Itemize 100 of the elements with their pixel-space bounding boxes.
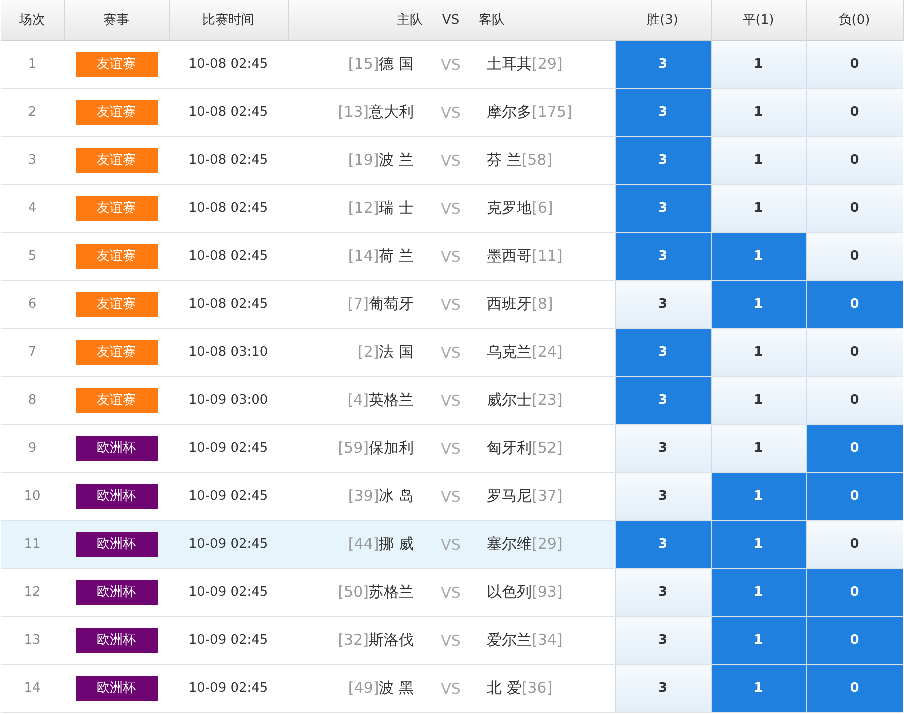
match-time: 10-08 03:10: [169, 328, 288, 376]
vs-label: VS: [431, 184, 471, 232]
team-rank: [4]: [348, 391, 369, 409]
odds-option[interactable]: 3: [615, 520, 711, 568]
vs-label: VS: [431, 568, 471, 616]
team-rank: [12]: [348, 199, 380, 217]
odds-option[interactable]: 1: [711, 232, 806, 280]
column-header: 比赛时间: [169, 0, 288, 40]
odds-option[interactable]: 3: [615, 472, 711, 520]
league-tag: 欧洲杯: [76, 580, 158, 605]
home-team: 英格兰: [369, 391, 414, 409]
team-rank: [59]: [338, 439, 369, 457]
vs-label: VS: [431, 328, 471, 376]
match-time: 10-08 02:45: [169, 280, 288, 328]
odds-option[interactable]: 1: [711, 616, 806, 664]
odds-option[interactable]: 1: [711, 280, 806, 328]
odds-option[interactable]: 3: [615, 424, 711, 472]
away-team: 西班牙: [487, 295, 532, 313]
odds-option[interactable]: 0: [806, 616, 903, 664]
odds-option[interactable]: 0: [806, 328, 903, 376]
league-tag: 欧洲杯: [76, 676, 158, 701]
odds-option[interactable]: 0: [806, 424, 903, 472]
away-team: 匈牙利: [487, 439, 532, 457]
match-time: 10-09 02:45: [169, 664, 288, 712]
team-rank: [49]: [348, 679, 380, 697]
league-tag: 友谊赛: [76, 244, 158, 269]
odds-option[interactable]: 0: [806, 184, 903, 232]
vs-label: VS: [431, 232, 471, 280]
odds-option[interactable]: 0: [806, 280, 903, 328]
home-team: 挪 威: [379, 535, 414, 553]
odds-option[interactable]: 1: [711, 376, 806, 424]
away-team: 以色列: [487, 583, 532, 601]
odds-option[interactable]: 3: [615, 40, 711, 88]
away-team: 爱尔兰: [487, 631, 532, 649]
odds-option[interactable]: 1: [711, 184, 806, 232]
column-header: 胜(3): [615, 0, 711, 40]
odds-option[interactable]: 3: [615, 568, 711, 616]
away-team: 威尔士: [487, 391, 532, 409]
odds-option[interactable]: 3: [615, 376, 711, 424]
match-number: 7: [1, 328, 64, 376]
team-rank: [7]: [348, 295, 369, 313]
league-tag: 友谊赛: [76, 52, 158, 77]
away-team: 罗马尼: [487, 487, 532, 505]
away-team: 北 爱: [487, 679, 522, 697]
odds-option[interactable]: 1: [711, 664, 806, 712]
team-rank: [11]: [532, 247, 563, 265]
team-rank: [8]: [532, 295, 554, 313]
team-rank: [37]: [532, 487, 563, 505]
odds-option[interactable]: 0: [806, 40, 903, 88]
odds-option[interactable]: 1: [711, 328, 806, 376]
odds-option[interactable]: 0: [806, 136, 903, 184]
odds-option[interactable]: 3: [615, 184, 711, 232]
away-team: 芬 兰: [487, 151, 522, 169]
odds-option[interactable]: 1: [711, 88, 806, 136]
odds-option[interactable]: 0: [806, 88, 903, 136]
odds-option[interactable]: 3: [615, 232, 711, 280]
odds-option[interactable]: 3: [615, 136, 711, 184]
odds-option[interactable]: 3: [615, 616, 711, 664]
odds-option[interactable]: 1: [711, 40, 806, 88]
odds-option[interactable]: 0: [806, 568, 903, 616]
odds-option[interactable]: 0: [806, 472, 903, 520]
column-header: 客队: [471, 0, 615, 40]
home-team: 法 国: [379, 343, 414, 361]
odds-option[interactable]: 0: [806, 664, 903, 712]
match-number: 4: [1, 184, 64, 232]
match-time: 10-09 03:00: [169, 376, 288, 424]
away-team: 塞尔维: [487, 535, 532, 553]
vs-label: VS: [431, 520, 471, 568]
league-tag: 欧洲杯: [76, 484, 158, 509]
odds-option[interactable]: 1: [711, 136, 806, 184]
odds-option[interactable]: 0: [806, 520, 903, 568]
home-team: 冰 岛: [379, 487, 414, 505]
team-rank: [34]: [532, 631, 563, 649]
league-tag: 友谊赛: [76, 388, 158, 413]
team-rank: [15]: [348, 55, 380, 73]
odds-option[interactable]: 1: [711, 520, 806, 568]
match-time: 10-09 02:45: [169, 520, 288, 568]
match-number: 9: [1, 424, 64, 472]
match-time: 10-09 02:45: [169, 568, 288, 616]
odds-option[interactable]: 1: [711, 472, 806, 520]
odds-option[interactable]: 0: [806, 232, 903, 280]
odds-option[interactable]: 3: [615, 88, 711, 136]
match-number: 1: [1, 40, 64, 88]
team-rank: [23]: [532, 391, 563, 409]
league-tag: 欧洲杯: [76, 436, 158, 461]
odds-option[interactable]: 1: [711, 424, 806, 472]
home-team: 瑞 士: [379, 199, 414, 217]
odds-option[interactable]: 0: [806, 376, 903, 424]
vs-label: VS: [431, 616, 471, 664]
team-rank: [6]: [532, 199, 554, 217]
odds-option[interactable]: 3: [615, 664, 711, 712]
odds-option[interactable]: 3: [615, 280, 711, 328]
match-time: 10-09 02:45: [169, 616, 288, 664]
home-team: 德 国: [379, 55, 414, 73]
vs-label: VS: [431, 40, 471, 88]
match-number: 6: [1, 280, 64, 328]
odds-option[interactable]: 1: [711, 568, 806, 616]
team-rank: [19]: [348, 151, 380, 169]
odds-option[interactable]: 3: [615, 328, 711, 376]
team-rank: [24]: [532, 343, 563, 361]
